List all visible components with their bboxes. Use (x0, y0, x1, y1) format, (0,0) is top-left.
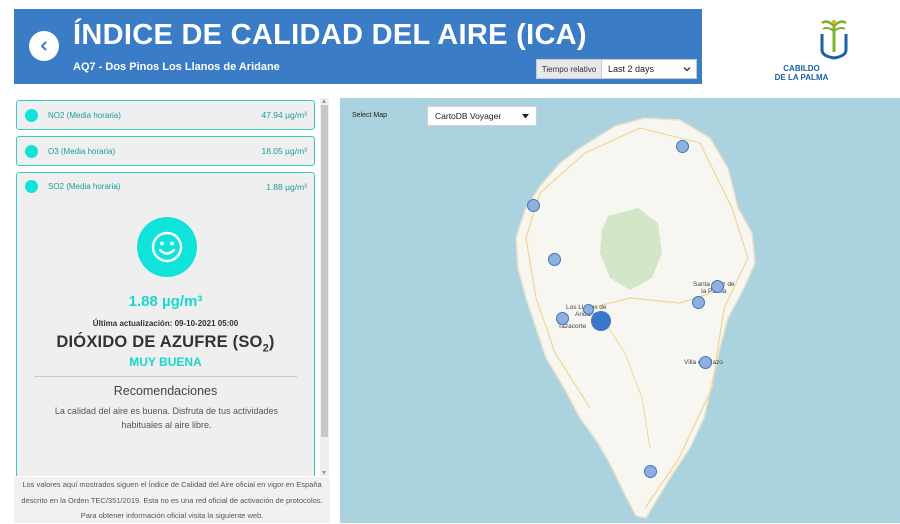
map-canvas[interactable] (340, 98, 900, 523)
station-marker[interactable] (699, 356, 712, 369)
card-value: 18.05 µg/m³ (261, 146, 307, 156)
card-label: O3 (Media horaria) (48, 146, 116, 156)
recommendations-text: La calidad del aire es buena. Disfruta d… (54, 406, 279, 430)
station-marker[interactable] (556, 312, 569, 325)
time-range-control: Tiempo relativo Last 2 days (536, 59, 697, 79)
cabildo-emblem-icon (820, 19, 848, 60)
island-shape (515, 117, 756, 519)
pollutant-value: 1.88 µg/m³ (128, 293, 203, 310)
header-bar: ÍNDICE DE CALIDAD DEL AIRE (ICA) AQ7 - D… (14, 9, 702, 84)
recommendations-title: Recomendaciones (113, 384, 218, 398)
scroll-thumb[interactable] (321, 105, 328, 437)
card-value: 1.88 µg/m³ (266, 182, 307, 192)
back-button[interactable] (29, 31, 59, 61)
page-title: ÍNDICE DE CALIDAD DEL AIRE (ICA) (73, 19, 587, 51)
scroll-up-icon[interactable] (322, 99, 326, 103)
divider (34, 376, 297, 377)
station-marker[interactable] (676, 140, 689, 153)
disclaimer-text: Los valores aquí mostrados siguen el Índ… (14, 477, 330, 523)
station-subtitle: AQ7 - Dos Pinos Los Llanos de Aridane (73, 61, 280, 73)
time-range-label: Tiempo relativo (537, 60, 602, 78)
map-style-value: CartoDB Voyager (435, 111, 502, 121)
station-marker[interactable] (527, 199, 540, 212)
logo-line-2: DE LA PALMA (774, 73, 829, 82)
time-range-select[interactable]: Last 2 days (602, 60, 696, 78)
station-marker[interactable] (583, 304, 594, 315)
chevron-left-icon (41, 41, 47, 51)
cabildo-logo: CABILDO DE LA PALMA (703, 9, 900, 84)
card-label: NO2 (Media horaria) (48, 110, 121, 120)
map-view[interactable]: Select Map CartoDB Voyager Los Llanos de… (340, 98, 900, 523)
time-range-value: Last 2 days (608, 64, 655, 74)
status-dot-icon (25, 144, 38, 158)
select-map-label: Select Map (352, 112, 388, 119)
station-marker-selected[interactable] (591, 311, 611, 331)
pollutant-card-so2[interactable]: SO2 (Media horaria) 1.88 µg/m³ 1.88 µg/m… (16, 172, 315, 476)
card-value: 47.94 µg/m³ (261, 110, 307, 120)
card-label: SO2 (Media horaria) (48, 182, 121, 191)
caret-down-icon (522, 113, 529, 118)
station-marker[interactable] (548, 253, 561, 266)
quality-rating: MUY BUENA (129, 355, 202, 369)
station-marker[interactable] (644, 465, 657, 478)
chevron-down-icon (683, 67, 691, 72)
station-marker[interactable] (692, 296, 705, 309)
scroll-down-icon[interactable] (322, 471, 326, 475)
station-marker[interactable] (711, 280, 724, 293)
pollutant-panel: NO2 (Media horaria) 47.94 µg/m³ O3 (Medi… (14, 98, 319, 476)
pollutant-card-no2[interactable]: NO2 (Media horaria) 47.94 µg/m³ (16, 100, 315, 130)
pollutant-card-o3[interactable]: O3 (Media horaria) 18.05 µg/m³ (16, 136, 315, 166)
last-updated: Última actualización: 09-10-2021 05:00 (92, 319, 239, 328)
status-dot-icon (25, 108, 38, 122)
pollutant-name: DIÓXIDO DE AZUFRE (SO2) (56, 333, 275, 355)
panel-scrollbar[interactable] (320, 98, 329, 476)
map-style-select[interactable]: CartoDB Voyager (427, 106, 537, 126)
status-dot-icon (25, 180, 38, 193)
logo-line-1: CABILDO (783, 64, 820, 73)
smiley-face-icon (137, 217, 197, 277)
